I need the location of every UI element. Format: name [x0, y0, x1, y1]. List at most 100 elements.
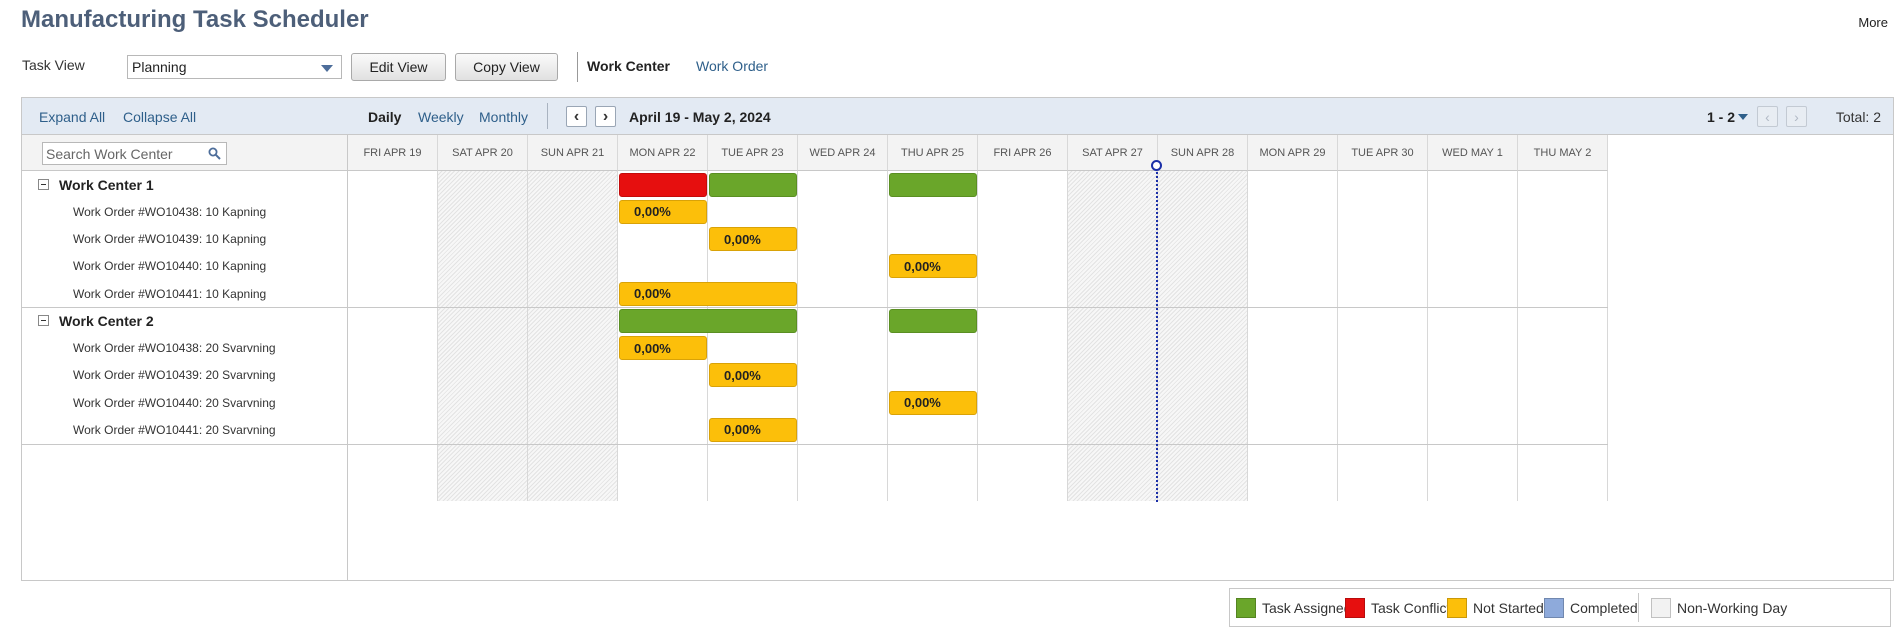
work-order-row[interactable]: Work Order #WO10440: 10 Kapning [22, 253, 348, 280]
edit-view-button[interactable]: Edit View [351, 53, 446, 81]
day-header: SUN APR 28 [1158, 135, 1248, 171]
day-header: TUE APR 23 [708, 135, 798, 171]
work-center-summary-bar[interactable] [889, 308, 977, 333]
day-header: WED APR 24 [798, 135, 888, 171]
list-header: Search Work Center [22, 135, 347, 171]
pager-select[interactable]: 1 - 2 [1707, 109, 1735, 125]
prev-page-button[interactable]: ‹ [1757, 106, 1778, 127]
day-header: WED MAY 1 [1428, 135, 1518, 171]
collapse-icon[interactable] [38, 179, 49, 191]
day-column [888, 171, 978, 501]
scale-monthly[interactable]: Monthly [479, 109, 528, 125]
divider [577, 52, 578, 82]
work-order-name: Work Order #WO10438: 10 Kapning [73, 204, 267, 219]
work-order-name: Work Order #WO10440: 10 Kapning [73, 259, 267, 274]
collapse-all-link[interactable]: Collapse All [123, 109, 196, 125]
work-order-task-bar[interactable]: 0,00% [619, 336, 707, 361]
next-period-button[interactable]: › [595, 106, 616, 127]
chevron-right-icon: › [1794, 108, 1799, 125]
work-order-task-bar[interactable]: 0,00% [709, 363, 797, 388]
work-order-name: Work Order #WO10440: 20 Svarvning [73, 395, 276, 410]
work-order-task-bar[interactable]: 0,00% [709, 417, 797, 442]
day-header: THU MAY 2 [1518, 135, 1608, 171]
legend-label: Task Conflict [1371, 600, 1451, 616]
work-center-list: Search Work Center Work Center 1 Work Ord… [22, 135, 348, 581]
work-order-task-bar[interactable]: 0,00% [709, 227, 797, 252]
tab-work-order[interactable]: Work Order [696, 58, 768, 74]
legend-label: Completed [1570, 600, 1638, 616]
work-order-row[interactable]: Work Order #WO10438: 20 Svarvning [22, 335, 348, 362]
work-order-name: Work Order #WO10439: 10 Kapning [73, 232, 267, 247]
search-input[interactable]: Search Work Center [42, 142, 227, 165]
scale-weekly[interactable]: Weekly [418, 109, 464, 125]
work-order-row[interactable]: Work Order #WO10438: 10 Kapning [22, 198, 348, 225]
work-order-task-bar[interactable]: 0,00% [619, 281, 797, 306]
legend-swatch [1651, 598, 1671, 618]
day-header: SAT APR 20 [438, 135, 528, 171]
work-center-name: Work Center 2 [59, 312, 154, 329]
scale-daily[interactable]: Daily [368, 109, 401, 125]
day-column [978, 171, 1068, 501]
non-working-day-column [528, 171, 618, 501]
work-order-row[interactable]: Work Order #WO10441: 20 Svarvning [22, 416, 348, 443]
work-center-summary-bar[interactable] [709, 172, 797, 197]
day-column [708, 171, 798, 501]
chevron-down-icon [321, 65, 333, 72]
search-icon[interactable] [208, 147, 221, 160]
work-center-summary-bar[interactable] [619, 308, 797, 333]
work-order-name: Work Order #WO10441: 20 Svarvning [73, 422, 276, 437]
today-line [1156, 165, 1159, 502]
legend-label: Not Started [1473, 600, 1544, 616]
page-title: Manufacturing Task Scheduler [21, 6, 369, 33]
work-center-summary-bar[interactable] [889, 172, 977, 197]
legend-item: Not Started [1447, 598, 1544, 618]
work-order-row[interactable]: Work Order #WO10441: 10 Kapning [22, 280, 348, 307]
date-range: April 19 - May 2, 2024 [629, 109, 771, 125]
total-count: Total: 2 [1835, 109, 1881, 125]
work-order-row[interactable]: Work Order #WO10439: 20 Svarvning [22, 362, 348, 389]
day-column [1518, 171, 1608, 501]
day-header: TUE APR 30 [1338, 135, 1428, 171]
work-order-name: Work Order #WO10441: 10 Kapning [73, 286, 267, 301]
work-order-name: Work Order #WO10439: 20 Svarvning [73, 368, 276, 383]
day-column [1338, 171, 1428, 501]
legend-swatch [1345, 598, 1365, 618]
day-column [348, 171, 438, 501]
copy-view-button[interactable]: Copy View [455, 53, 558, 81]
prev-period-button[interactable]: ‹ [566, 106, 587, 127]
expand-all-link[interactable]: Expand All [39, 109, 105, 125]
next-page-button[interactable]: › [1786, 106, 1807, 127]
work-order-task-bar[interactable]: 0,00% [619, 199, 707, 224]
work-order-row[interactable]: Work Order #WO10439: 10 Kapning [22, 226, 348, 253]
work-center-row: Work Center 2 [22, 307, 348, 334]
chevron-down-icon[interactable] [1738, 114, 1748, 120]
divider [22, 443, 348, 445]
legend-item: Task Conflict [1345, 598, 1450, 618]
scheduler-toolbar: Expand All Collapse All Daily Weekly Mon… [22, 98, 1893, 135]
legend-item: Non-Working Day [1651, 598, 1787, 618]
work-order-task-bar[interactable]: 0,00% [889, 254, 977, 279]
day-header: SAT APR 27 [1068, 135, 1158, 171]
non-working-day-column [1068, 171, 1158, 501]
day-header: FRI APR 19 [348, 135, 438, 171]
work-center-summary-bar[interactable] [619, 172, 707, 197]
legend-label: Non-Working Day [1677, 600, 1788, 616]
day-header: MON APR 29 [1248, 135, 1338, 171]
work-order-task-bar[interactable]: 0,00% [889, 390, 977, 415]
divider [348, 443, 1608, 445]
legend-swatch [1447, 598, 1467, 618]
work-order-row[interactable]: Work Order #WO10440: 20 Svarvning [22, 389, 348, 416]
work-center-row: Work Center 1 [22, 171, 348, 198]
legend-swatch [1236, 598, 1256, 618]
divider [1638, 593, 1639, 622]
more-link[interactable]: More [1858, 15, 1888, 30]
chevron-left-icon: ‹ [1765, 108, 1770, 125]
non-working-day-column [438, 171, 528, 501]
day-column [798, 171, 888, 501]
tab-work-center[interactable]: Work Center [587, 58, 670, 74]
work-center-name: Work Center 1 [59, 176, 154, 193]
task-view-select[interactable]: Planning [127, 55, 342, 79]
day-column [1428, 171, 1518, 501]
collapse-icon[interactable] [38, 315, 49, 327]
non-working-day-column [1158, 171, 1248, 501]
